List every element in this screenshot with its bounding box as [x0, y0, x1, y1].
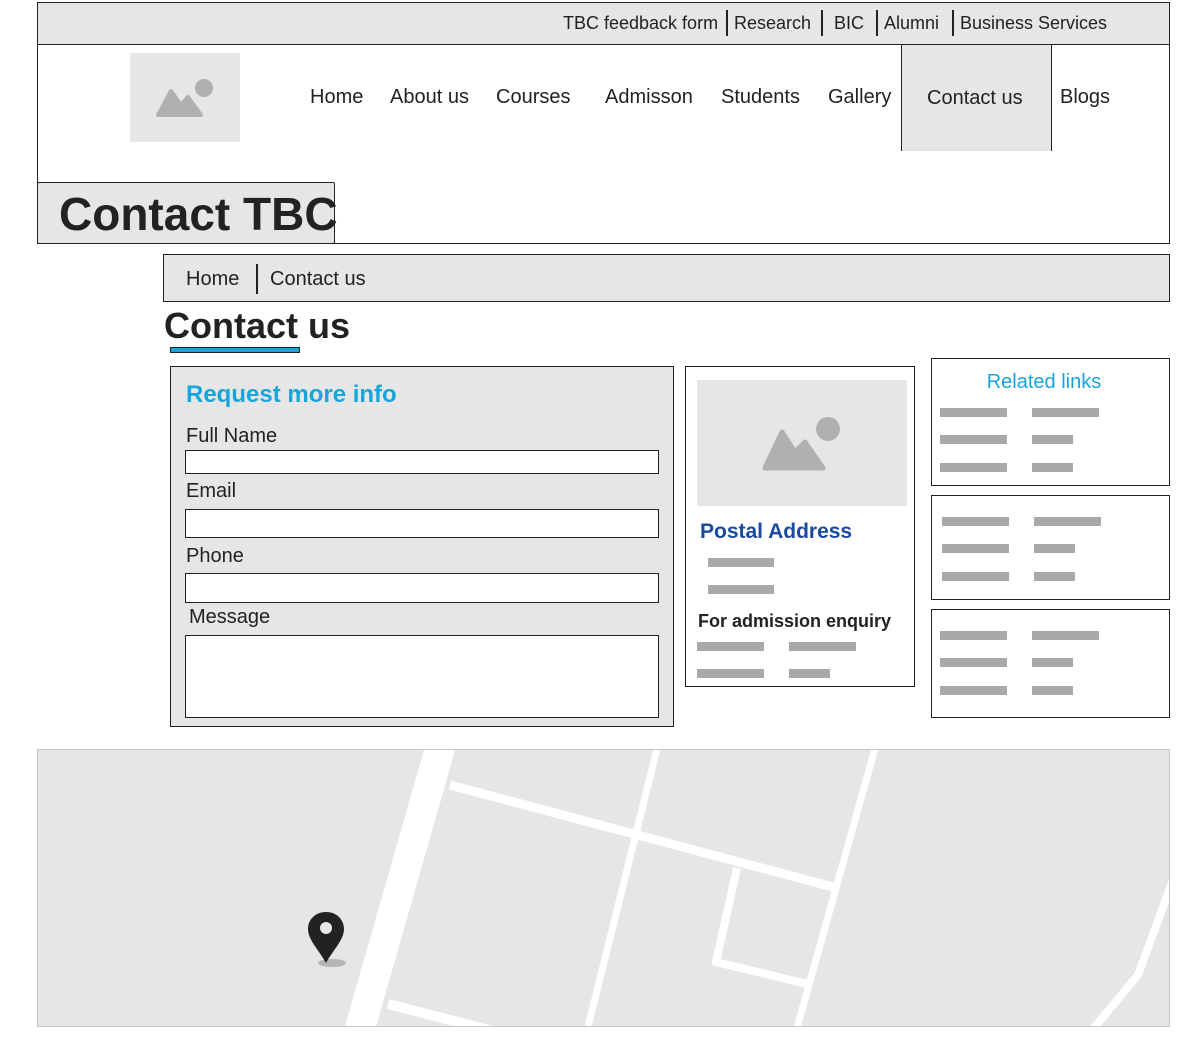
full-name-label: Full Name	[186, 425, 278, 447]
nav-item-blogs[interactable]: Blogs	[1060, 86, 1110, 108]
placeholder-text-line	[708, 558, 774, 567]
related-link[interactable]	[1032, 631, 1099, 640]
top-link-feedback[interactable]: TBC feedback form	[563, 13, 718, 33]
phone-input[interactable]	[185, 573, 659, 603]
top-link-research[interactable]: Research	[734, 13, 811, 33]
related-link[interactable]	[940, 658, 1007, 667]
image-placeholder-icon	[156, 79, 213, 117]
placeholder-text-line	[697, 669, 764, 678]
image-placeholder-icon	[762, 417, 840, 471]
nav-item-gallery[interactable]: Gallery	[828, 86, 891, 108]
location-map[interactable]	[37, 749, 1170, 1027]
map-streets	[344, 750, 1169, 1026]
full-name-input[interactable]	[185, 450, 659, 474]
hero-title: Contact TBC	[59, 188, 338, 240]
placeholder-text-line	[789, 642, 856, 651]
breadcrumb-home[interactable]: Home	[186, 268, 239, 290]
site-logo[interactable]	[130, 53, 240, 142]
related-link[interactable]	[1032, 463, 1073, 472]
form-heading: Request more info	[186, 381, 397, 408]
related-link[interactable]	[1034, 544, 1075, 553]
breadcrumb-current: Contact us	[270, 268, 366, 290]
related-link[interactable]	[940, 631, 1007, 640]
related-link[interactable]	[1034, 572, 1075, 581]
nav-item-students[interactable]: Students	[721, 86, 800, 108]
nav-item-courses[interactable]: Courses	[496, 86, 570, 108]
utility-links: TBC feedback form Research BIC Alumni Bu…	[38, 3, 1169, 44]
title-underline	[170, 347, 300, 353]
hero-title-box: Contact TBC	[37, 182, 338, 244]
phone-label: Phone	[186, 545, 244, 567]
top-link-alumni[interactable]: Alumni	[884, 13, 939, 33]
top-link-divider	[876, 10, 878, 36]
admission-enquiry-label: For admission enquiry	[698, 611, 892, 631]
utility-bar: TBC feedback form Research BIC Alumni Bu…	[37, 2, 1170, 45]
nav-item-home[interactable]: Home	[310, 86, 363, 108]
related-link[interactable]	[942, 544, 1009, 553]
placeholder-text-line	[697, 642, 764, 651]
postal-image	[697, 380, 907, 506]
related-link[interactable]	[1032, 408, 1099, 417]
postal-address-title: Postal Address	[700, 520, 853, 543]
nav-item-about-us[interactable]: About us	[390, 86, 469, 108]
related-link[interactable]	[940, 686, 1007, 695]
email-input[interactable]	[185, 509, 659, 538]
breadcrumb: Home Contact us	[163, 254, 1170, 302]
related-link[interactable]	[942, 572, 1009, 581]
message-textarea[interactable]	[185, 635, 659, 718]
placeholder-text-line	[789, 669, 830, 678]
related-link[interactable]	[940, 435, 1007, 444]
map-pin-icon[interactable]	[304, 908, 350, 970]
related-link[interactable]	[1032, 435, 1073, 444]
top-link-divider	[821, 10, 823, 36]
related-link[interactable]	[940, 408, 1007, 417]
email-label: Email	[186, 480, 237, 502]
related-link[interactable]	[1034, 517, 1101, 526]
nav-item-contact-us[interactable]: Contact us	[927, 87, 1023, 109]
top-link-business-services[interactable]: Business Services	[960, 13, 1107, 33]
top-link-divider	[952, 10, 954, 36]
related-links-title: Related links	[986, 371, 1102, 393]
page-title: Contact us	[164, 305, 351, 346]
breadcrumb-divider	[256, 264, 258, 294]
related-link[interactable]	[1032, 658, 1073, 667]
nav-item-admission[interactable]: Admisson	[605, 86, 693, 108]
related-link[interactable]	[940, 463, 1007, 472]
top-link-divider	[726, 10, 728, 36]
top-link-bic[interactable]: BIC	[834, 13, 864, 33]
placeholder-text-line	[708, 585, 774, 594]
related-link[interactable]	[942, 517, 1009, 526]
message-label: Message	[189, 606, 271, 628]
related-link[interactable]	[1032, 686, 1073, 695]
